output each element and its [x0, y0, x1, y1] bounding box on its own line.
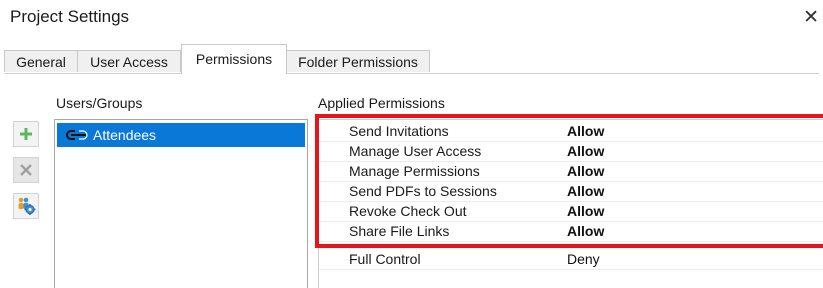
permission-name: Revoke Check Out — [349, 203, 467, 219]
remove-user-button[interactable] — [13, 157, 39, 183]
table-row[interactable]: Share File Links Allow — [319, 221, 823, 242]
permission-value[interactable]: Allow — [567, 183, 604, 199]
table-row[interactable]: Revoke Check Out Allow — [319, 201, 823, 222]
plus-icon — [20, 128, 32, 140]
window-title: Project Settings — [10, 7, 130, 26]
permissions-table: Send Invitations Allow Manage User Acces… — [318, 119, 823, 288]
applied-permissions-heading: Applied Permissions — [318, 95, 445, 111]
tab-bar: General User Access Permissions Folder P… — [4, 44, 819, 74]
permission-value[interactable]: Deny — [567, 251, 600, 267]
permission-name: Manage User Access — [349, 143, 482, 159]
tab-general[interactable]: General — [4, 50, 78, 72]
tab-user-access[interactable]: User Access — [77, 50, 181, 72]
project-settings-window: Project Settings ✕ General User Access P… — [0, 0, 823, 288]
add-user-button[interactable] — [13, 121, 39, 147]
permission-name: Send PDFs to Sessions — [349, 183, 497, 199]
permission-value[interactable]: Allow — [567, 123, 604, 139]
table-row[interactable]: Full Control Deny — [319, 249, 823, 270]
users-groups-list[interactable]: Attendees — [54, 119, 308, 288]
permission-value[interactable]: Allow — [567, 163, 604, 179]
user-settings-icon — [18, 197, 36, 215]
permission-name: Share File Links — [349, 223, 450, 239]
permission-name: Manage Permissions — [349, 163, 480, 179]
table-row[interactable]: Send Invitations Allow — [319, 121, 823, 142]
users-groups-heading: Users/Groups — [56, 95, 143, 111]
group-link-icon — [66, 130, 88, 140]
user-settings-button[interactable] — [13, 193, 39, 219]
table-row[interactable]: Send PDFs to Sessions Allow — [319, 181, 823, 202]
remove-icon — [20, 164, 32, 176]
tab-permissions[interactable]: Permissions — [181, 44, 287, 74]
tab-folder-permissions[interactable]: Folder Permissions — [286, 50, 430, 72]
list-item-attendees[interactable]: Attendees — [57, 123, 305, 147]
permission-value[interactable]: Allow — [567, 203, 604, 219]
permission-value[interactable]: Allow — [567, 143, 604, 159]
table-row[interactable]: Manage Permissions Allow — [319, 161, 823, 182]
permission-name: Full Control — [349, 251, 421, 267]
list-item-label: Attendees — [93, 127, 157, 143]
permission-name: Send Invitations — [349, 123, 449, 139]
permission-value[interactable]: Allow — [567, 223, 604, 239]
table-row[interactable]: Manage User Access Allow — [319, 141, 823, 162]
close-icon[interactable]: ✕ — [803, 6, 819, 29]
